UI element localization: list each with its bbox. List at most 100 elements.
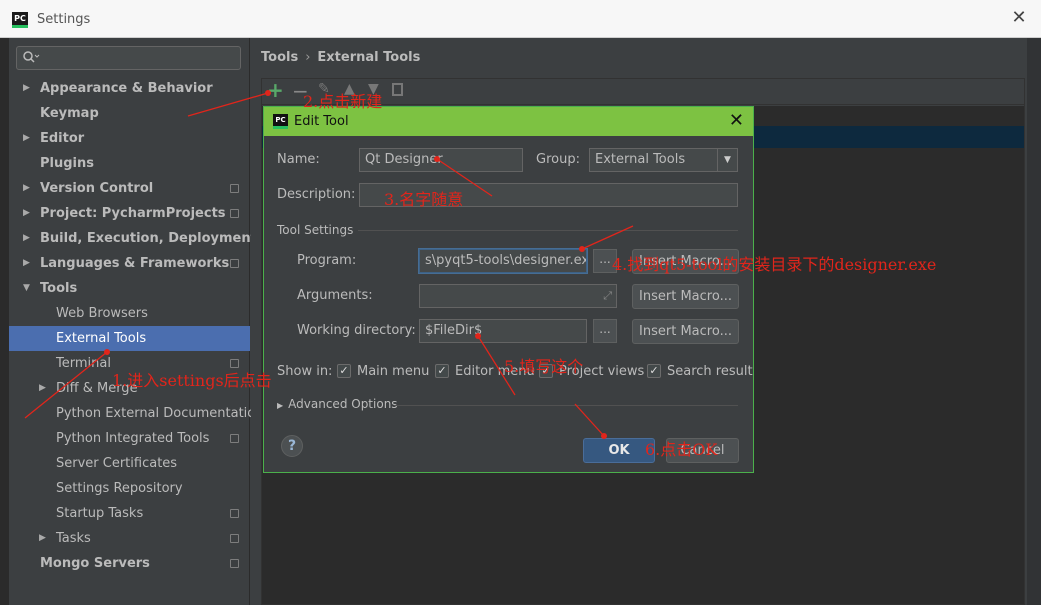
sidebar-item-label: Languages & Frameworks (40, 256, 230, 271)
sidebar-item-label: Project: PycharmProjects (40, 206, 226, 221)
sidebar-item-languages-frameworks[interactable]: ▶ Languages & Frameworks (9, 251, 250, 276)
working-directory-browse-button[interactable]: ... (593, 319, 617, 343)
sidebar-item-label: Server Certificates (56, 456, 178, 471)
cancel-button[interactable]: Cancel (666, 438, 739, 463)
chevron-right-icon[interactable]: ▶ (39, 526, 46, 551)
chevron-right-icon[interactable]: ▶ (23, 201, 30, 226)
advanced-options-toggle[interactable]: ▶ Advanced Options (277, 397, 398, 411)
sidebar-item-label: Keymap (40, 106, 99, 121)
settings-search-box[interactable] (16, 46, 241, 70)
sidebar-item-label: Terminal (56, 356, 111, 371)
search-result-checkbox[interactable]: ✓ (647, 364, 661, 378)
sidebar-item-mongo-servers[interactable]: Mongo Servers (9, 551, 250, 576)
editor-menu-option-label: Editor menu (455, 364, 535, 379)
sidebar-item-label: Diff & Merge (56, 381, 138, 396)
sidebar-item-python-external-documentation[interactable]: Python External Documentation (9, 401, 263, 426)
program-field[interactable]: s\pyqt5-tools\designer.exe (419, 249, 587, 273)
settings-search-input[interactable] (43, 49, 233, 67)
sidebar-item-editor[interactable]: ▶ Editor (9, 126, 250, 151)
sidebar-item-web-browsers[interactable]: Web Browsers (9, 301, 250, 326)
add-tool-icon[interactable]: + (267, 78, 284, 102)
group-label: Group: (536, 152, 580, 167)
background-editor-strip (0, 38, 9, 605)
sidebar-item-label: Python Integrated Tools (56, 431, 210, 446)
chevron-right-icon[interactable]: ▶ (23, 176, 30, 201)
working-directory-field[interactable]: $FileDir$ (419, 319, 587, 343)
dialog-title: Edit Tool (294, 114, 349, 129)
dialog-close-button[interactable]: ✕ (729, 110, 744, 131)
copy-tool-icon[interactable] (392, 83, 403, 96)
main-menu-checkbox[interactable]: ✓ (337, 364, 351, 378)
search-icon (22, 50, 42, 66)
tool-settings-divider (358, 230, 738, 231)
project-level-icon (230, 509, 239, 518)
tool-settings-heading: Tool Settings (277, 223, 354, 237)
help-icon[interactable]: ? (281, 435, 303, 457)
window-close-button[interactable]: ✕ (1009, 8, 1029, 28)
sidebar-item-tasks[interactable]: ▶ Tasks (9, 526, 250, 551)
ok-button[interactable]: OK (583, 438, 655, 463)
arguments-insert-macro-button[interactable]: Insert Macro... (632, 284, 739, 309)
sidebar-item-plugins[interactable]: Plugins (9, 151, 250, 176)
sidebar-item-startup-tasks[interactable]: Startup Tasks (9, 501, 250, 526)
sidebar-item-label: Startup Tasks (56, 506, 144, 521)
project-level-icon (230, 209, 239, 218)
sidebar-item-tools[interactable]: ▼ Tools (9, 276, 250, 301)
project-views-option-label: Project views (559, 364, 645, 379)
sidebar-item-server-certificates[interactable]: Server Certificates (9, 451, 250, 476)
sidebar-item-python-integrated-tools[interactable]: Python Integrated Tools (9, 426, 250, 451)
advanced-options-divider (394, 405, 738, 406)
program-insert-macro-button[interactable]: Insert Macro... (632, 249, 739, 274)
remove-tool-icon[interactable]: − (292, 79, 309, 103)
program-browse-button[interactable]: ... (593, 249, 617, 273)
sidebar-item-appearance-behavior[interactable]: ▶ Appearance & Behavior (9, 76, 250, 101)
working-directory-insert-macro-button[interactable]: Insert Macro... (632, 319, 739, 344)
pycharm-dialog-icon: PC (273, 114, 288, 129)
chevron-right-icon[interactable]: ▶ (23, 126, 30, 151)
project-views-checkbox[interactable]: ✓ (539, 364, 553, 378)
show-in-label: Show in: (277, 364, 333, 379)
breadcrumb: Tools › External Tools (261, 50, 420, 65)
window-title-bar: PC Settings ✕ (0, 0, 1041, 38)
arguments-field[interactable]: ⤢ (419, 284, 617, 308)
working-directory-label: Working directory: (297, 323, 416, 338)
group-select[interactable]: External Tools ▼ (589, 148, 738, 172)
sidebar-item-diff-merge[interactable]: ▶ Diff & Merge (9, 376, 250, 401)
sidebar-item-build-execution-deployment[interactable]: ▶ Build, Execution, Deployment (9, 226, 257, 251)
move-up-icon[interactable]: ▲ (344, 81, 355, 97)
sidebar-item-keymap[interactable]: Keymap (9, 101, 250, 126)
edit-tool-icon[interactable]: ✎ (318, 81, 330, 97)
background-right-strip (1027, 38, 1041, 605)
sidebar-item-version-control[interactable]: ▶ Version Control (9, 176, 250, 201)
sidebar-item-terminal[interactable]: Terminal (9, 351, 250, 376)
expand-icon[interactable]: ⤢ (603, 285, 612, 307)
move-down-icon[interactable]: ▼ (368, 81, 379, 97)
breadcrumb-parent[interactable]: Tools (261, 50, 298, 65)
editor-menu-checkbox[interactable]: ✓ (435, 364, 449, 378)
tools-toolbar: + − ✎ ▲ ▼ (262, 78, 1024, 105)
chevron-right-icon[interactable]: ▶ (23, 251, 30, 276)
description-field[interactable] (359, 183, 738, 207)
sidebar-item-external-tools[interactable]: External Tools (9, 326, 250, 351)
sidebar-item-label: Web Browsers (56, 306, 148, 321)
description-label: Description: (277, 187, 356, 202)
edit-tool-dialog: PC Edit Tool ✕ Name: Qt Designer Group: … (263, 106, 754, 473)
breadcrumb-current: External Tools (317, 50, 421, 65)
sidebar-item-project-pycharmprojects[interactable]: ▶ Project: PycharmProjects (9, 201, 250, 226)
project-level-icon (230, 259, 239, 268)
chevron-right-icon[interactable]: ▶ (39, 376, 46, 401)
sidebar-item-label: Plugins (40, 156, 94, 171)
chevron-down-icon[interactable]: ▼ (23, 276, 30, 301)
chevron-right-icon[interactable]: ▶ (23, 226, 30, 251)
sidebar-item-label: Version Control (40, 181, 154, 196)
group-select-value: External Tools (595, 152, 686, 167)
project-level-icon (230, 534, 239, 543)
chevron-right-icon[interactable]: ▶ (23, 76, 30, 101)
sidebar-item-label: Build, Execution, Deployment (40, 231, 257, 246)
name-field[interactable]: Qt Designer (359, 148, 523, 172)
chevron-down-icon: ▼ (717, 149, 737, 171)
sidebar-item-label: Settings Repository (56, 481, 183, 496)
sidebar-item-label: Tools (40, 281, 78, 296)
sidebar-item-settings-repository[interactable]: Settings Repository (9, 476, 250, 501)
project-level-icon (230, 359, 239, 368)
